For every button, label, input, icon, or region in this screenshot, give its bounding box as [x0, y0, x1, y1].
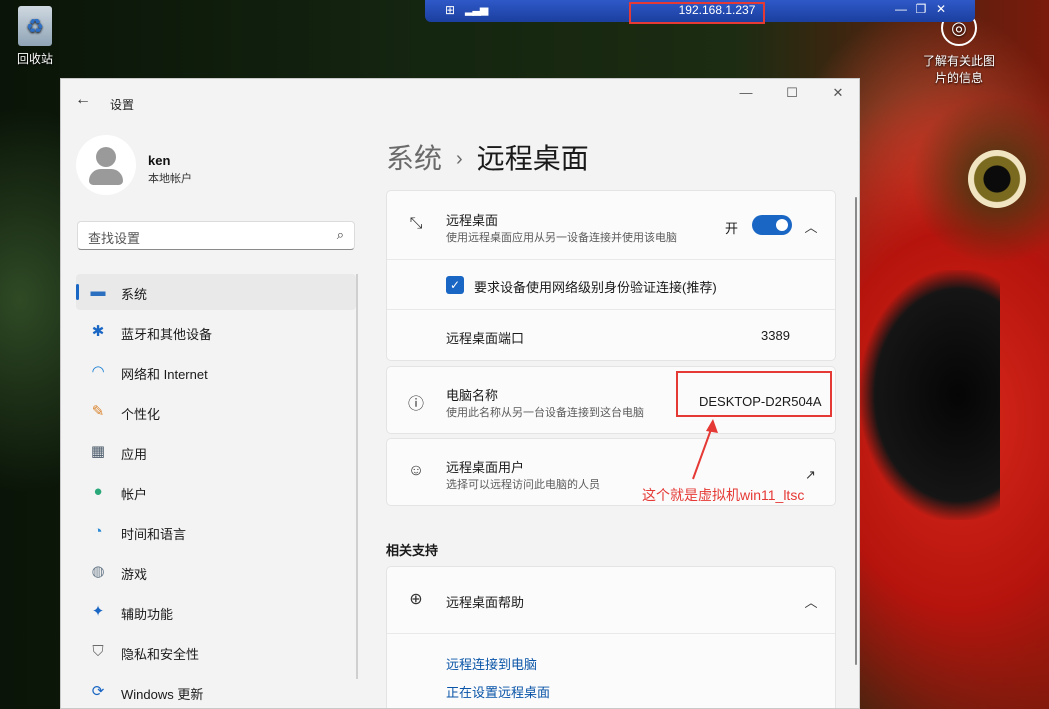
related-support-heading: 相关支持: [386, 543, 439, 558]
remote-help-title: 远程桌面帮助: [446, 595, 525, 610]
help-link-setup[interactable]: 正在设置远程桌面: [446, 682, 550, 701]
learn-about-picture-label: 了解有关此图片的信息: [922, 54, 995, 85]
ip-highlight-box: [629, 2, 765, 24]
globe-icon: ⊕: [409, 591, 423, 608]
main-scrollbar[interactable]: [855, 197, 857, 665]
recycle-bin-label: 回收站: [16, 52, 53, 66]
help-link-connect[interactable]: 远程连接到电脑: [446, 654, 537, 673]
annotation-text: 这个就是虚拟机win11_ltsc: [642, 487, 805, 503]
signal-icon[interactable]: ▂▃▅: [465, 3, 488, 16]
bar-restore-button[interactable]: ❐: [913, 2, 929, 16]
bar-close-button[interactable]: ✕: [933, 2, 949, 16]
wallpaper-parrot-eye: [968, 150, 1026, 208]
pin-icon[interactable]: ⊞: [445, 3, 455, 17]
help-links: 远程连接到电脑 正在设置远程桌面: [387, 633, 835, 708]
remote-help-row[interactable]: ⊕ 远程桌面帮助 ︿: [387, 567, 835, 633]
remote-help-card: ⊕ 远程桌面帮助 ︿ 远程连接到电脑 正在设置远程桌面: [386, 566, 836, 708]
recycle-bin-icon: [18, 6, 52, 46]
remote-connection-bar: ⊞ ▂▃▅ 192.168.1.237 — ❐ ✕: [425, 0, 975, 24]
settings-window: ← 设置 — ☐ ✕ ken 本地帐户 查找设置 ⌕ ▬ 系统 ✱ 蓝牙和其他设…: [60, 78, 860, 709]
recycle-bin-shortcut[interactable]: 回收站: [10, 6, 60, 67]
wallpaper-parrot-beak: [860, 270, 1000, 520]
bar-minimize-button[interactable]: —: [893, 2, 909, 16]
chevron-up-icon[interactable]: ︿: [801, 592, 821, 611]
